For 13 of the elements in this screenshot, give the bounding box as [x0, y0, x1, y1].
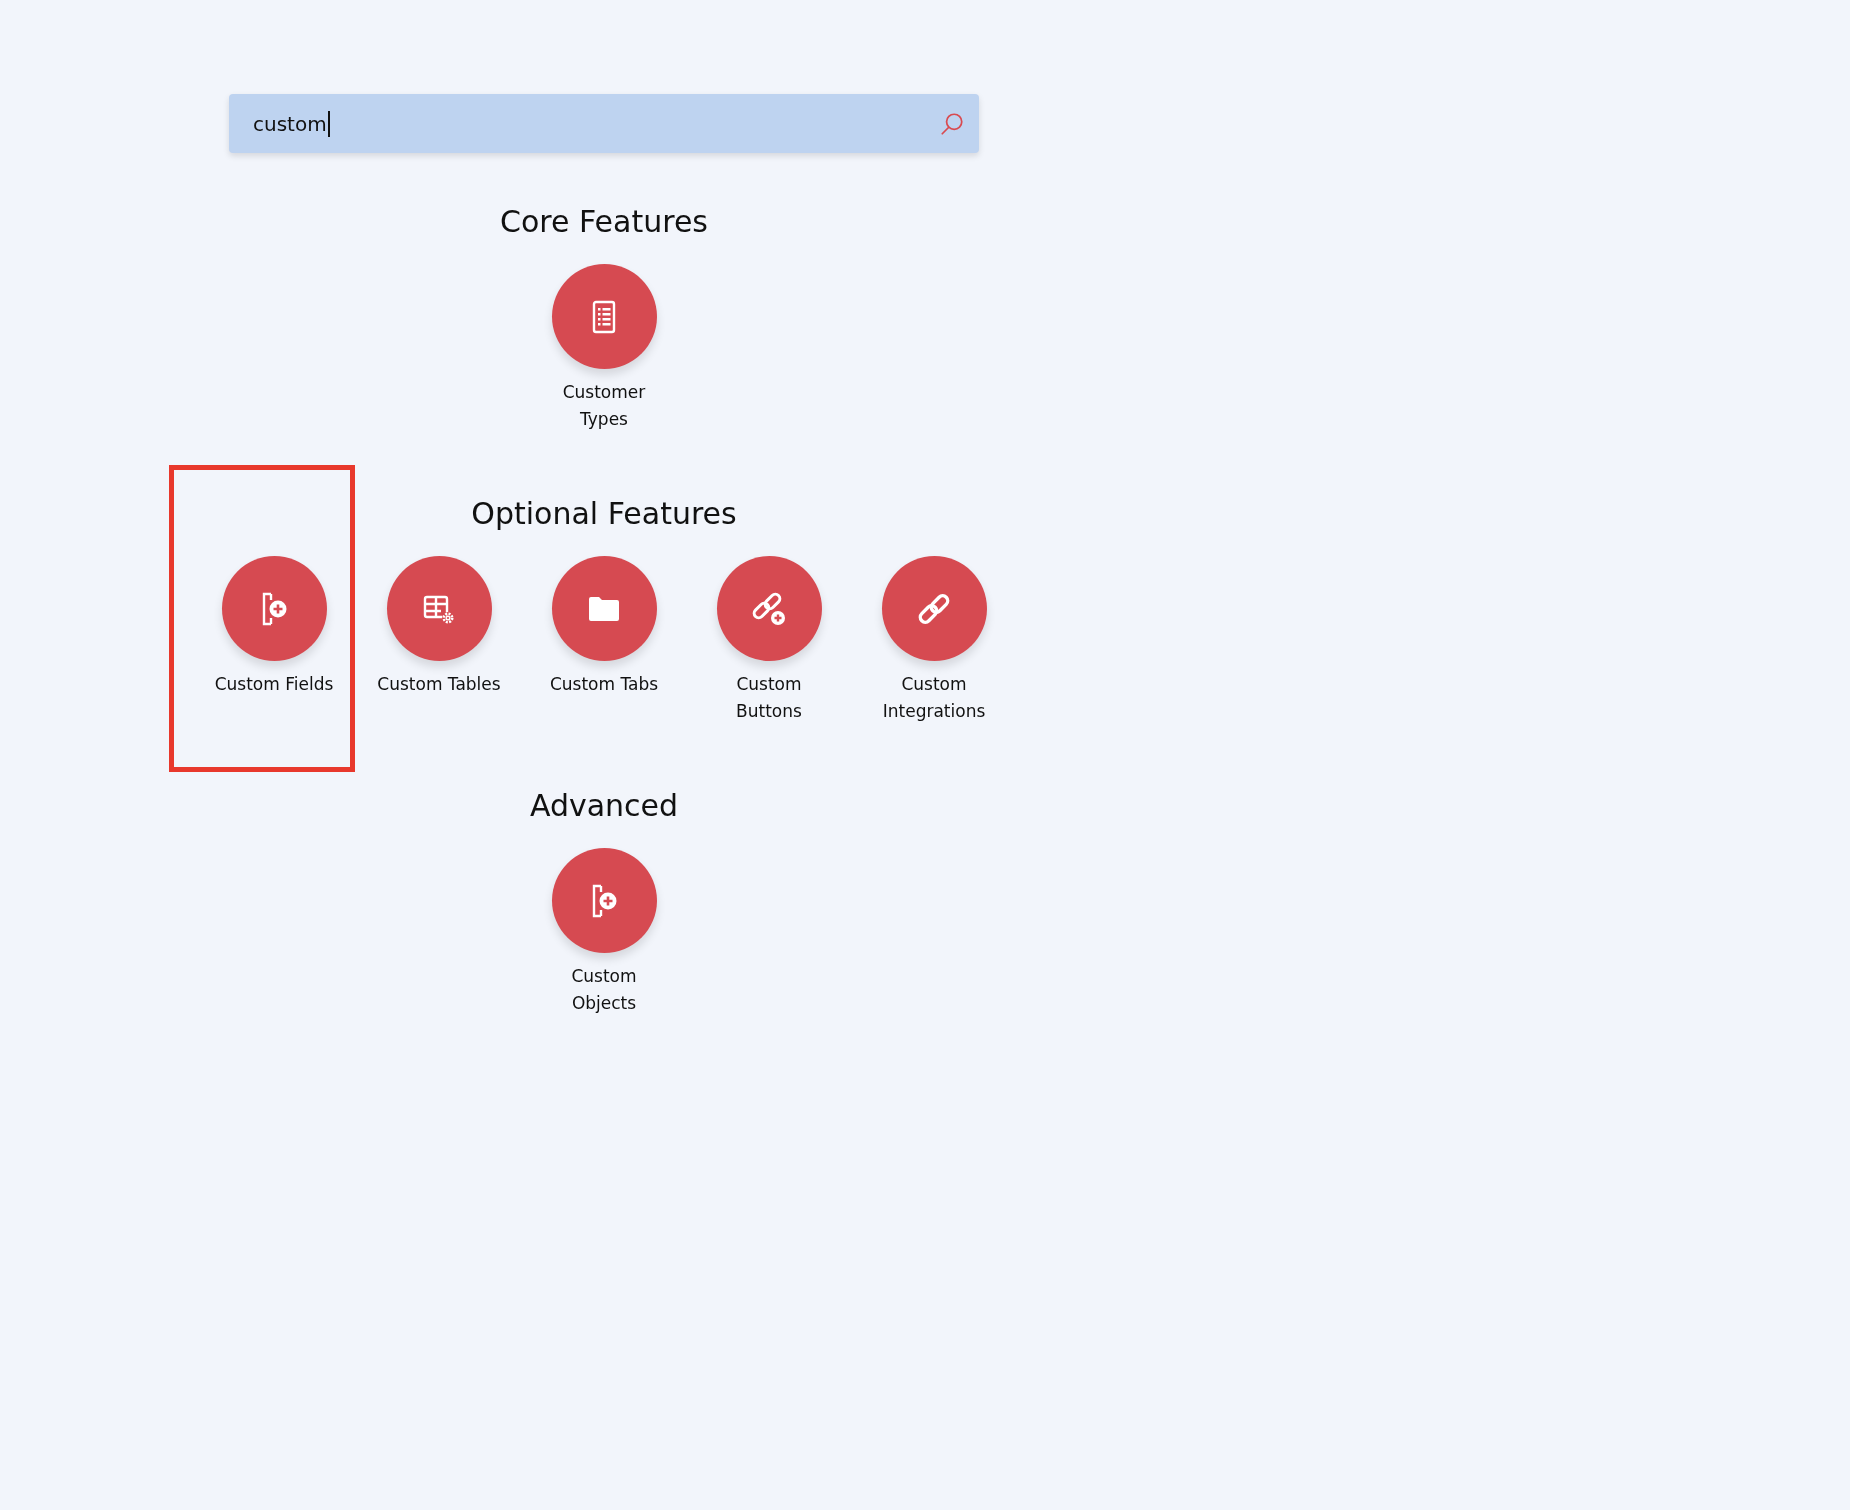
feature-label: Customer Types: [561, 381, 647, 431]
feature-label: Custom Buttons: [735, 673, 803, 723]
section-heading: Advanced: [529, 789, 679, 822]
feature-label: Custom Tabs: [548, 673, 660, 696]
search-icon[interactable]: [939, 110, 965, 137]
search-field[interactable]: custom: [229, 94, 979, 153]
section-heading: Optional Features: [471, 497, 737, 530]
section-heading: Core Features: [500, 205, 708, 238]
feature-label: Custom Objects: [570, 965, 638, 1015]
search-text: custom: [253, 111, 327, 136]
feature-label: Custom Integrations: [881, 673, 987, 723]
feature-label: Custom Tables: [376, 673, 502, 696]
feature-label: Custom Fields: [213, 673, 335, 696]
